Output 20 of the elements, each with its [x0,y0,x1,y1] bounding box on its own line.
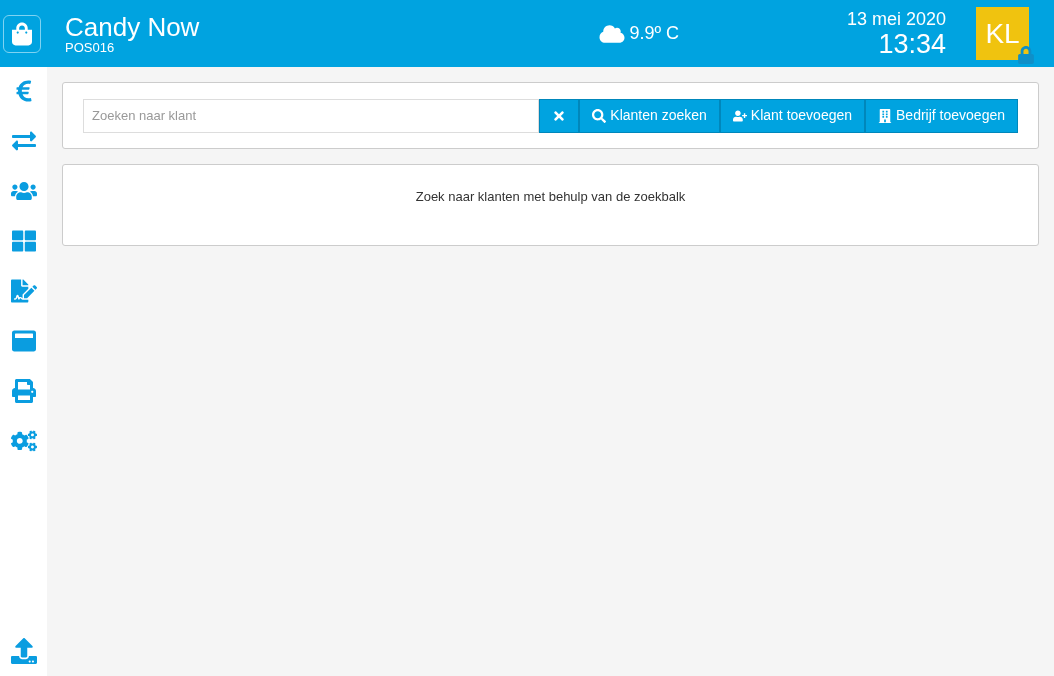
close-icon [552,108,567,123]
user-avatar[interactable]: KL [976,7,1029,60]
upload-icon[interactable] [9,638,38,664]
search-action-button[interactable]: Klanten zoeken [579,98,720,133]
search-icon [592,108,607,123]
search-field[interactable]: Zoeken naar klant [83,98,540,133]
search-action-button[interactable]: Bedrijf toevoegen [865,98,1018,133]
clear-button[interactable] [539,98,580,133]
temperature: 9.9º C [629,22,679,45]
terminal-code: POS016 [65,41,115,54]
cloud-icon [599,23,626,44]
add-user-icon [732,108,747,123]
empty-message: Zoek naar klanten met behulp van de zoekbalk [415,188,686,206]
lock-icon [1017,46,1035,64]
app-title: Candy Now [65,13,200,41]
building-icon [878,108,893,123]
bag-logo-icon [3,14,41,53]
search-action-button[interactable]: Klant toevoegen [719,98,866,133]
time: 13:34 [878,28,946,59]
date: 13 mei 2020 [846,8,946,29]
